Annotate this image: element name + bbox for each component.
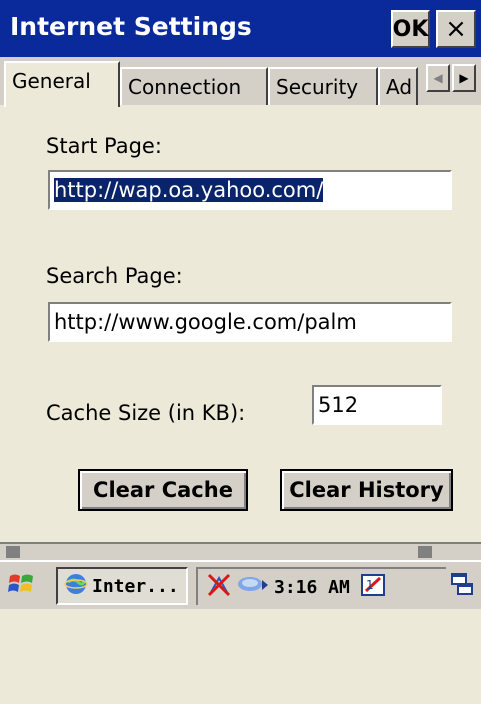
tab-security[interactable]: Security: [268, 67, 378, 105]
chevron-right-icon: ▶: [459, 71, 469, 85]
start-page-input[interactable]: http://wap.oa.yahoo.com/: [48, 170, 452, 210]
clock[interactable]: 3:16 AM: [274, 577, 350, 598]
windows-switcher-icon[interactable]: [450, 572, 476, 604]
taskbar: Inter... 3:16 AM 1: [0, 560, 481, 609]
search-page-input[interactable]: http://www.google.com/palm: [48, 302, 452, 342]
input-panel-icon[interactable]: 1: [360, 573, 386, 602]
scroll-grip-right: [418, 546, 432, 558]
task-button-label: Inter...: [92, 575, 179, 597]
general-tab-panel: Start Page: http://wap.oa.yahoo.com/ Sea…: [6, 104, 478, 704]
clear-history-button[interactable]: Clear History: [280, 469, 453, 511]
tab-scroll-left-button[interactable]: ◀: [426, 64, 450, 92]
scroll-grip-left: [6, 546, 20, 558]
tab-general[interactable]: General: [4, 61, 120, 107]
close-button[interactable]: ×: [436, 10, 476, 48]
title-bar: Internet Settings OK ×: [0, 0, 481, 57]
tab-advanced[interactable]: Ad: [378, 67, 418, 105]
window-title: Internet Settings: [10, 12, 252, 41]
start-page-label: Start Page:: [46, 134, 162, 158]
tab-scroll-right-button[interactable]: ▶: [452, 64, 476, 92]
cache-size-input[interactable]: 512: [312, 385, 442, 425]
connectivity-icon[interactable]: [236, 574, 270, 601]
search-page-label: Search Page:: [46, 264, 183, 288]
internet-explorer-task-button[interactable]: Inter...: [56, 567, 188, 605]
network-disconnected-icon[interactable]: [206, 572, 232, 603]
cache-size-label: Cache Size (in KB):: [46, 401, 246, 425]
windows-flag-icon[interactable]: [6, 570, 38, 600]
chevron-left-icon: ◀: [433, 71, 443, 85]
tab-strip: General Connection Security Ad: [0, 57, 481, 107]
horizontal-scroll-strip[interactable]: [0, 542, 481, 560]
tab-connection[interactable]: Connection: [120, 67, 268, 105]
ie-globe-icon: [64, 572, 88, 601]
start-page-value: http://wap.oa.yahoo.com/: [54, 178, 324, 202]
system-tray: 3:16 AM 1: [196, 567, 446, 605]
svg-text:1: 1: [366, 578, 374, 592]
ok-button[interactable]: OK: [391, 10, 430, 48]
clear-cache-button[interactable]: Clear Cache: [78, 469, 248, 511]
